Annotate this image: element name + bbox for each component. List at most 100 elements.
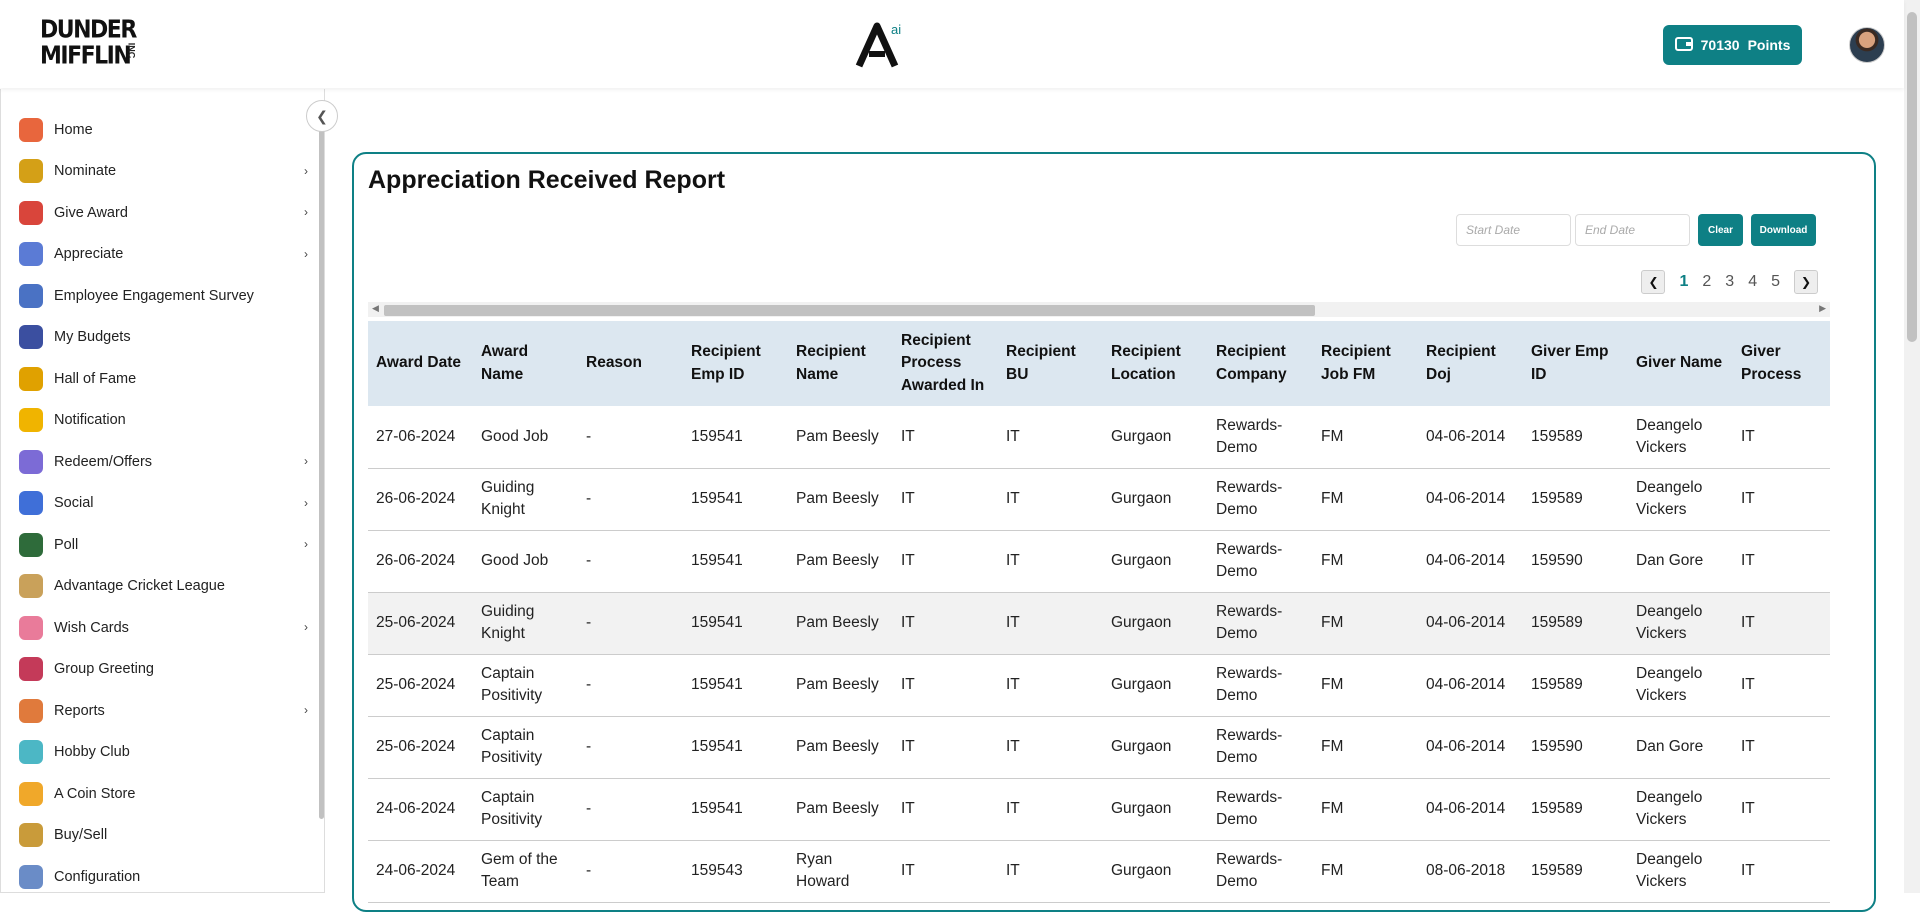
clipboard-icon: [19, 698, 43, 723]
table-cell: Pam Beesly: [788, 654, 893, 717]
table-cell: 25-06-2024: [368, 654, 473, 717]
chevron-right-icon: ›: [304, 246, 308, 261]
sidebar-item-employee-engagement-survey[interactable]: Employee Engagement Survey: [1, 275, 324, 317]
table-horizontal-scrollbar[interactable]: ◀ ▶: [368, 302, 1830, 317]
logo-inc: INC: [125, 42, 136, 59]
sidebar-menu: Home Nominate › Give Award › Appreciate › Emplo…: [1, 89, 324, 892]
scroll-right-icon[interactable]: ▶: [1819, 303, 1826, 314]
table-cell: Rewards-Demo: [1208, 716, 1313, 779]
sidebar-item-label: Hall of Fame: [54, 370, 137, 387]
clear-button[interactable]: Clear: [1698, 214, 1743, 246]
crown-icon: [19, 366, 43, 391]
table-cell: IT: [893, 592, 998, 655]
table-cell: 27-06-2024: [368, 406, 473, 469]
shopping-bag-icon: [19, 823, 43, 848]
sidebar-item-hall-of-fame[interactable]: Hall of Fame: [1, 358, 324, 400]
page-2-link[interactable]: 2: [1702, 273, 1711, 291]
scrollbar-thumb[interactable]: [384, 305, 1315, 316]
sidebar-item-group-greeting[interactable]: Group Greeting: [1, 649, 324, 691]
sidebar-item-advantage-cricket-league[interactable]: Advantage Cricket League: [1, 566, 324, 608]
chevron-right-icon: ›: [304, 163, 308, 178]
points-button[interactable]: 70130 Points: [1663, 25, 1802, 65]
sidebar-item-configuration[interactable]: Configuration: [1, 856, 324, 892]
table-cell: 04-06-2014: [1418, 716, 1523, 779]
sidebar-item-give-award[interactable]: Give Award ›: [1, 192, 324, 234]
user-avatar[interactable]: [1849, 27, 1885, 63]
start-date-input[interactable]: Start Date: [1456, 214, 1571, 246]
table-cell: IT: [998, 406, 1103, 469]
sidebar-item-label: Appreciate: [54, 246, 124, 263]
sidebar-item-my-budgets[interactable]: My Budgets: [1, 317, 324, 359]
end-date-input[interactable]: End Date: [1575, 214, 1690, 246]
sidebar-item-reports[interactable]: Reports ›: [1, 690, 324, 732]
sidebar-item-redeem-offers[interactable]: Redeem/Offers ›: [1, 441, 324, 483]
page-scrollbar[interactable]: [1904, 0, 1920, 893]
sidebar-item-a-coin-store[interactable]: A Coin Store: [1, 773, 324, 815]
sidebar-item-label: Social: [54, 495, 94, 512]
table-cell: Pam Beesly: [788, 592, 893, 655]
scroll-left-icon[interactable]: ◀: [372, 303, 379, 314]
sidebar-scrollbar[interactable]: [319, 129, 324, 819]
table-cell: IT: [1733, 406, 1830, 469]
table-cell: Captain Positivity: [473, 654, 578, 717]
table-cell: Deangelo Vickers: [1628, 468, 1733, 531]
sidebar-item-poll[interactable]: Poll ›: [1, 524, 324, 566]
cricket-icon: [19, 574, 43, 599]
table-row: 25-06-2024 Guiding Knight -159541 Pam Beesl…: [368, 592, 1830, 655]
table-cell: 159590: [1523, 530, 1628, 593]
sidebar-item-wish-cards[interactable]: Wish Cards ›: [1, 607, 324, 649]
column-header: Award Date: [368, 321, 473, 406]
chevron-right-icon: ›: [304, 620, 308, 634]
report-card: Appreciation Received Report Start Date …: [352, 152, 1876, 912]
table-cell: 04-06-2014: [1418, 778, 1523, 841]
table-cell: IT: [893, 716, 998, 779]
table-cell: Pam Beesly: [788, 716, 893, 779]
sidebar-item-hobby-club[interactable]: Hobby Club: [1, 732, 324, 774]
table-cell: Deangelo Vickers: [1628, 654, 1733, 717]
map-icon: [19, 740, 43, 765]
brand-mark-logo: ai: [855, 20, 905, 70]
page-5-link[interactable]: 5: [1771, 273, 1780, 291]
table-cell: 04-06-2014: [1418, 530, 1523, 593]
poll-icon: [19, 532, 43, 557]
party-icon: [19, 615, 43, 640]
wallet-icon: [1674, 36, 1693, 55]
chevron-right-icon: ›: [304, 537, 308, 551]
sidebar-item-label: Poll: [54, 536, 79, 553]
sidebar-item-buy-sell[interactable]: Buy/Sell: [1, 815, 324, 857]
wallet-icon: [19, 325, 43, 350]
table-cell: 24-06-2024: [368, 778, 473, 841]
page-3-link[interactable]: 3: [1725, 273, 1734, 291]
sidebar-item-home[interactable]: Home: [1, 109, 324, 151]
sidebar-item-notification[interactable]: Notification: [1, 400, 324, 442]
chevron-left-icon: ❮: [316, 107, 328, 124]
sidebar-item-appreciate[interactable]: Appreciate ›: [1, 234, 324, 276]
prev-page-button[interactable]: ❮: [1641, 270, 1666, 294]
page-scrollbar-thumb[interactable]: [1907, 12, 1917, 342]
table-cell: FM: [1313, 530, 1418, 593]
sidebar-item-nominate[interactable]: Nominate ›: [1, 151, 324, 193]
company-logo[interactable]: DUNDER MIFFLIN INC: [40, 17, 137, 70]
sidebar-collapse-button[interactable]: ❮: [306, 100, 338, 132]
table-row: 25-06-2024 Captain Positivity -159541 Pam B…: [368, 654, 1830, 717]
page-4-link[interactable]: 4: [1748, 273, 1757, 291]
page-title: Appreciation Received Report: [368, 166, 726, 194]
table-cell: Pam Beesly: [788, 406, 893, 469]
table-cell: 159589: [1523, 468, 1628, 531]
table-cell: -: [578, 778, 683, 841]
table-row: 26-06-2024 Guiding Knight -159541 Pam Beesl…: [368, 468, 1830, 531]
download-button[interactable]: Download: [1751, 214, 1816, 246]
table-cell: Pam Beesly: [788, 530, 893, 593]
sidebar-item-label: Employee Engagement Survey: [54, 287, 254, 304]
next-page-button[interactable]: ❯: [1794, 270, 1818, 294]
table-cell: FM: [1313, 654, 1418, 717]
table-cell: 25-06-2024: [368, 592, 473, 655]
report-table: Award Date Award Name Reason Recipient Emp …: [368, 321, 1830, 903]
table-cell: Good Job: [473, 406, 578, 469]
sidebar-item-social[interactable]: Social ›: [1, 483, 324, 525]
table-cell: Guiding Knight: [473, 468, 578, 531]
table-cell: 25-06-2024: [368, 716, 473, 779]
page-1-link[interactable]: 1: [1679, 273, 1688, 291]
column-header: Recipient Emp ID: [683, 321, 788, 406]
table-cell: 159589: [1523, 778, 1628, 841]
